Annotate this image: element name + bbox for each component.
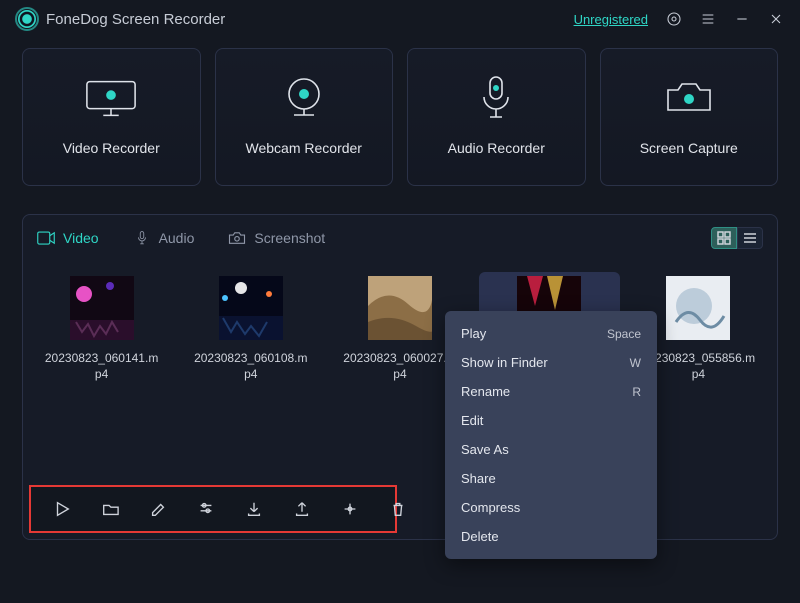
mode-screen-capture[interactable]: Screen Capture	[600, 48, 779, 186]
ctx-label: Show in Finder	[461, 355, 548, 370]
menu-bars-icon[interactable]	[700, 11, 716, 27]
tab-audio[interactable]: Audio	[133, 230, 195, 246]
file-thumbnail	[666, 276, 730, 340]
context-menu-item[interactable]: Edit	[445, 406, 657, 435]
context-menu-item[interactable]: Share	[445, 464, 657, 493]
mode-label: Video Recorder	[63, 140, 160, 156]
ctx-shortcut: R	[632, 385, 641, 399]
file-panel: Video Audio Screenshot 20230823_060141.m…	[22, 214, 778, 540]
context-menu-item[interactable]: Show in Finder W	[445, 348, 657, 377]
grid-view-icon[interactable]	[711, 227, 737, 249]
play-icon[interactable]	[53, 499, 71, 519]
context-menu-item[interactable]: Play Space	[445, 319, 657, 348]
mode-video-recorder[interactable]: Video Recorder	[22, 48, 201, 186]
app-title: FoneDog Screen Recorder	[46, 11, 225, 28]
file-item[interactable]: 20230823_060141.mp4	[31, 272, 172, 388]
edit-icon[interactable]	[149, 499, 167, 519]
ctx-shortcut: Space	[607, 327, 641, 341]
mode-label: Audio Recorder	[448, 140, 545, 156]
ctx-label: Edit	[461, 413, 483, 428]
context-menu-item[interactable]: Rename R	[445, 377, 657, 406]
file-name: 20230823_060027.mp4	[340, 350, 460, 382]
file-grid: 20230823_060141.mp4 20230823_060108.mp4 20…	[23, 260, 777, 388]
cut-icon[interactable]	[341, 499, 359, 519]
tab-video-label: Video	[63, 230, 99, 246]
file-thumbnail	[219, 276, 283, 340]
mode-label: Webcam Recorder	[246, 140, 362, 156]
ctx-label: Delete	[461, 529, 499, 544]
bottom-toolbar	[29, 485, 397, 533]
view-toggle	[711, 227, 763, 249]
close-icon[interactable]	[768, 11, 784, 27]
trash-icon[interactable]	[389, 499, 407, 519]
camera-icon	[662, 78, 716, 118]
microphone-icon	[469, 78, 523, 118]
ctx-label: Save As	[461, 442, 509, 457]
context-menu: Play Space Show in Finder W Rename R Edit Save …	[445, 311, 657, 559]
minimize-icon[interactable]	[734, 11, 750, 27]
context-menu-item[interactable]: Delete	[445, 522, 657, 551]
mode-label: Screen Capture	[640, 140, 738, 156]
mode-cards: Video Recorder Webcam Recorder Audio Rec…	[0, 36, 800, 186]
file-name: 20230823_060108.mp4	[191, 350, 311, 382]
tab-screenshot-label: Screenshot	[254, 230, 325, 246]
context-menu-item[interactable]: Compress	[445, 493, 657, 522]
window-controls: Unregistered	[574, 11, 784, 27]
sliders-icon[interactable]	[197, 499, 215, 519]
mode-webcam-recorder[interactable]: Webcam Recorder	[215, 48, 394, 186]
fonedog-logo-icon	[18, 10, 36, 28]
mode-audio-recorder[interactable]: Audio Recorder	[407, 48, 586, 186]
ctx-label: Share	[461, 471, 496, 486]
import-icon[interactable]	[245, 499, 263, 519]
tab-screenshot[interactable]: Screenshot	[228, 230, 325, 246]
webcam-icon	[277, 78, 331, 118]
unregistered-link[interactable]: Unregistered	[574, 12, 648, 27]
list-view-icon[interactable]	[737, 227, 763, 249]
tab-audio-label: Audio	[159, 230, 195, 246]
folder-icon[interactable]	[101, 499, 119, 519]
tab-video[interactable]: Video	[37, 230, 99, 246]
app-brand: FoneDog Screen Recorder	[18, 10, 225, 28]
monitor-record-icon	[84, 78, 138, 118]
file-thumbnail	[368, 276, 432, 340]
file-thumbnail	[70, 276, 134, 340]
file-tabs: Video Audio Screenshot	[23, 215, 777, 260]
file-name: 20230823_060141.mp4	[42, 350, 162, 382]
title-bar: FoneDog Screen Recorder Unregistered	[0, 0, 800, 36]
ctx-label: Rename	[461, 384, 510, 399]
export-icon[interactable]	[293, 499, 311, 519]
ctx-label: Play	[461, 326, 486, 341]
context-menu-item[interactable]: Save As	[445, 435, 657, 464]
settings-gear-icon[interactable]	[666, 11, 682, 27]
ctx-shortcut: W	[630, 356, 641, 370]
file-item[interactable]: 20230823_060108.mp4	[180, 272, 321, 388]
ctx-label: Compress	[461, 500, 520, 515]
